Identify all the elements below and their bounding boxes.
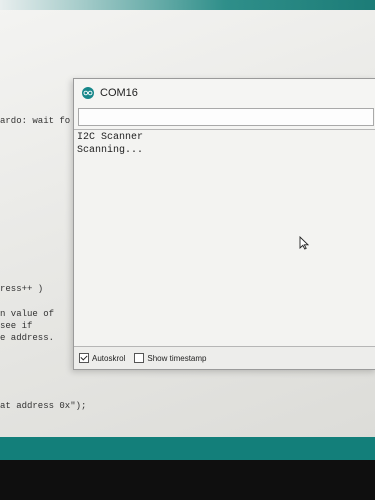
- serial-footer: Autoskrol Show timestamp: [74, 346, 375, 369]
- output-line: Scanning...: [77, 145, 144, 156]
- code-line: at address 0x");: [0, 401, 87, 411]
- code-line: ress++ ): [0, 284, 44, 294]
- monitor-bezel: [0, 460, 375, 500]
- code-line: see if: [0, 321, 33, 331]
- output-line: I2C Scanner: [77, 132, 144, 143]
- ide-code-editor: ardo: wait fo ress++ ) n value of see if…: [0, 0, 86, 445]
- autoscroll-checkbox[interactable]: [79, 353, 89, 363]
- code-line: e address.: [0, 333, 55, 343]
- monitor-screen: ardo: wait fo ress++ ) n value of see if…: [0, 0, 375, 445]
- serial-send-input[interactable]: [78, 108, 374, 126]
- arduino-icon: [82, 87, 94, 99]
- show-timestamp-label[interactable]: Show timestamp: [147, 354, 206, 363]
- title-bar[interactable]: COM16: [74, 79, 375, 107]
- code-line: ardo: wait fo: [0, 116, 71, 126]
- serial-output-area[interactable]: I2C Scanner Scanning...: [74, 129, 375, 347]
- taskbar-strip: [0, 437, 375, 460]
- code-line: n value of: [0, 309, 55, 319]
- serial-monitor-window: COM16 I2C Scanner Scanning... Autoskrol …: [73, 78, 375, 370]
- window-title: COM16: [100, 87, 138, 99]
- mouse-cursor-icon: [299, 236, 309, 250]
- autoscroll-label[interactable]: Autoskrol: [92, 354, 125, 363]
- show-timestamp-checkbox[interactable]: [134, 353, 145, 363]
